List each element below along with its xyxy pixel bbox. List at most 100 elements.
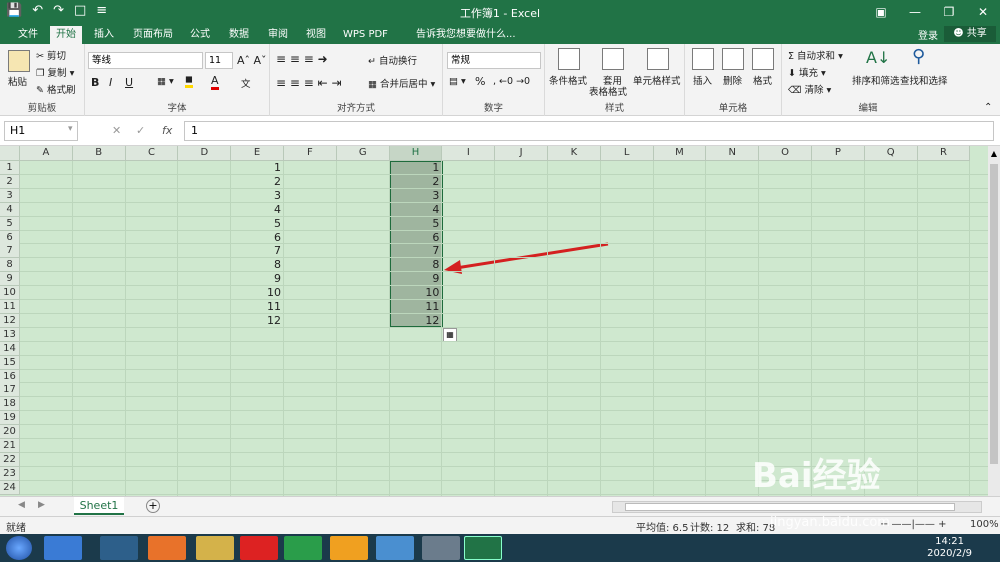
row-header-23[interactable]: 23 — [0, 466, 20, 481]
cell-E10[interactable]: 10 — [231, 286, 284, 300]
row-header-13[interactable]: 13 — [0, 327, 20, 342]
collapse-ribbon-icon[interactable]: ⌃ — [984, 102, 992, 113]
row-header-12[interactable]: 12 — [0, 313, 20, 328]
taskbar-app-7[interactable] — [330, 536, 368, 560]
close-icon[interactable]: ✕ — [966, 0, 1000, 24]
insert-cells-icon[interactable] — [692, 48, 714, 70]
bold-button[interactable]: B — [91, 76, 99, 89]
phonetic-icon[interactable]: 文 — [241, 76, 251, 90]
add-sheet-button[interactable]: + — [146, 499, 160, 513]
cell-H1[interactable]: 1 — [390, 161, 443, 175]
border-icon[interactable]: ▦ ▾ — [157, 76, 174, 87]
fill-color-icon[interactable]: ◼ — [185, 74, 193, 88]
font-color-icon[interactable]: A — [211, 74, 219, 90]
cell-E5[interactable]: 5 — [231, 217, 284, 231]
cell-styles-button[interactable]: 单元格样式 — [633, 73, 681, 87]
cell-H10[interactable]: 10 — [390, 286, 443, 300]
column-header-H[interactable]: H — [389, 146, 443, 161]
taskbar-app-6[interactable] — [284, 536, 322, 560]
row-header-16[interactable]: 16 — [0, 369, 20, 384]
minimize-icon[interactable]: — — [898, 0, 932, 24]
sort-filter-button[interactable]: 排序和筛选 — [852, 73, 900, 87]
column-header-A[interactable]: A — [20, 146, 73, 161]
table-format-icon[interactable] — [602, 48, 624, 70]
cell-H6[interactable]: 6 — [390, 231, 443, 245]
wrap-text-button[interactable]: ↵ 自动换行 — [368, 53, 417, 67]
currency-icon[interactable]: ▤ ▾ — [449, 76, 466, 87]
format-cells-icon[interactable] — [752, 48, 774, 70]
column-header-M[interactable]: M — [653, 146, 707, 161]
cell-E6[interactable]: 6 — [231, 231, 284, 245]
row-header-19[interactable]: 19 — [0, 411, 20, 426]
column-header-P[interactable]: P — [812, 146, 865, 161]
insert-cells-button[interactable]: 插入 — [693, 73, 712, 87]
restore-icon[interactable]: ❐ — [932, 0, 966, 24]
vertical-scrollbar[interactable]: ▲ — [988, 146, 1000, 496]
row-header-21[interactable]: 21 — [0, 439, 20, 453]
row-header-9[interactable]: 9 — [0, 272, 20, 287]
row-header-10[interactable]: 10 — [0, 286, 20, 301]
column-header-R[interactable]: R — [917, 146, 971, 161]
sort-filter-icon[interactable]: A↓ — [866, 48, 890, 67]
merge-center-button[interactable]: ▦ 合并后居中 ▾ — [368, 76, 435, 90]
column-header-B[interactable]: B — [72, 146, 126, 161]
login-button[interactable]: 登录 — [918, 27, 938, 42]
name-box-dropdown-icon[interactable]: ▾ — [68, 124, 73, 134]
paste-icon[interactable] — [8, 50, 30, 72]
column-header-D[interactable]: D — [178, 146, 232, 161]
select-all-corner[interactable] — [0, 146, 20, 161]
row-header-14[interactable]: 14 — [0, 341, 20, 356]
taskbar-excel-icon[interactable] — [464, 536, 502, 560]
grow-font-icon[interactable]: Aˆ Aˇ — [237, 54, 267, 67]
cell-H7[interactable]: 7 — [390, 244, 443, 258]
find-select-icon[interactable]: ⚲ — [912, 46, 925, 67]
tab-4[interactable]: 公式 — [184, 26, 216, 44]
vertical-scroll-thumb[interactable] — [990, 164, 998, 464]
autosum-button[interactable]: Σ 自动求和 ▾ — [788, 48, 843, 62]
taskbar-app-3[interactable] — [148, 536, 186, 560]
cell-E8[interactable]: 8 — [231, 258, 284, 272]
row-header-8[interactable]: 8 — [0, 258, 20, 273]
row-header-6[interactable]: 6 — [0, 230, 20, 245]
cell-E2[interactable]: 2 — [231, 175, 284, 189]
copy-button[interactable]: ❐ 复制 ▾ — [36, 65, 74, 79]
column-header-K[interactable]: K — [548, 146, 601, 161]
ribbon-options-icon[interactable]: ▣ — [864, 0, 898, 24]
row-header-18[interactable]: 18 — [0, 397, 20, 412]
row-header-3[interactable]: 3 — [0, 188, 20, 203]
worksheet-grid[interactable]: ▦ A B C D E F G H I J K L M N O P Q R 1 2 3 4 5 6 7 8 9 10 11 12 13 14 1… — [0, 146, 988, 496]
cell-H12[interactable]: 12 — [390, 314, 443, 328]
confirm-entry-icon[interactable]: ✓ — [136, 124, 145, 137]
cell-H5[interactable]: 5 — [390, 217, 443, 231]
fill-button[interactable]: ⬇ 填充 ▾ — [788, 65, 826, 79]
column-header-C[interactable]: C — [125, 146, 179, 161]
column-header-E[interactable]: E — [231, 146, 284, 161]
cell-H4[interactable]: 4 — [390, 203, 443, 217]
row-header-7[interactable]: 7 — [0, 244, 20, 259]
cell-H8[interactable]: 8 — [390, 258, 443, 272]
row-header-24[interactable]: 24 — [0, 480, 20, 495]
tab-2[interactable]: 插入 — [88, 26, 120, 44]
horizontal-scroll-thumb[interactable] — [625, 503, 955, 511]
scroll-up-icon[interactable]: ▲ — [989, 149, 999, 159]
font-size-select[interactable]: 11 — [205, 52, 233, 69]
cell-H11[interactable]: 11 — [390, 300, 443, 314]
horizontal-align-icons[interactable]: ≡ ≡ ≡ ⇤ ⇥ — [276, 76, 342, 90]
taskbar-app-1[interactable] — [44, 536, 82, 560]
find-select-button[interactable]: 查找和选择 — [900, 73, 948, 87]
cell-E12[interactable]: 12 — [231, 314, 284, 328]
cell-E1[interactable]: 1 — [231, 161, 284, 175]
format-painter-button[interactable]: ✎ 格式刷 — [36, 82, 76, 96]
taskbar-folder-icon[interactable] — [196, 536, 234, 560]
row-header-2[interactable]: 2 — [0, 174, 20, 189]
column-header-L[interactable]: L — [600, 146, 654, 161]
row-header-11[interactable]: 11 — [0, 300, 20, 314]
font-name-select[interactable]: 等线 — [88, 52, 203, 69]
cell-E3[interactable]: 3 — [231, 189, 284, 203]
clear-button[interactable]: ⌫ 清除 ▾ — [788, 82, 831, 96]
taskbar-app-8[interactable] — [376, 536, 414, 560]
taskbar-sogou-icon[interactable] — [100, 536, 138, 560]
tab-0[interactable]: 文件 — [12, 26, 44, 44]
taskbar-youdao-icon[interactable] — [240, 536, 278, 560]
row-header-17[interactable]: 17 — [0, 383, 20, 398]
